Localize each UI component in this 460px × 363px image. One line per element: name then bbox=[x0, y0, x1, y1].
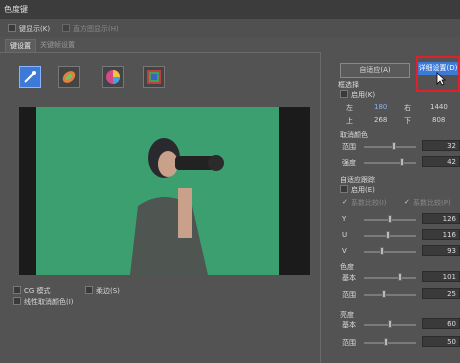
luma-range-slider[interactable] bbox=[364, 342, 416, 344]
u-slider[interactable] bbox=[364, 235, 416, 237]
eyedropper-icon bbox=[24, 71, 36, 83]
v-knob[interactable] bbox=[380, 247, 384, 255]
top-label: 上 bbox=[346, 117, 353, 125]
luma-base-knob[interactable] bbox=[388, 320, 392, 328]
tab-key-settings-label: 键设置 bbox=[10, 42, 31, 50]
bottom-label: 下 bbox=[404, 117, 411, 125]
luma-title: 亮度 bbox=[340, 311, 354, 319]
chroma-base-slider[interactable] bbox=[364, 277, 416, 279]
eyedropper-tool-button[interactable] bbox=[19, 66, 41, 88]
show-histogram-label: 直方图显示(H) bbox=[73, 25, 119, 33]
linear-cancel-color-label: 线性取消颜色(I) bbox=[24, 298, 74, 306]
frame-enable-label: 启用(K) bbox=[351, 91, 376, 99]
chroma-range-label: 范围 bbox=[342, 291, 356, 299]
u-value[interactable]: 116 bbox=[422, 229, 460, 240]
chroma-range-value[interactable]: 25 bbox=[422, 288, 460, 299]
adaptive-enable-checkbox[interactable] bbox=[340, 185, 348, 193]
y-label: Y bbox=[342, 215, 347, 223]
right-label: 右 bbox=[404, 104, 411, 112]
cg-mode-checkbox[interactable] bbox=[13, 286, 21, 294]
mouse-cursor-icon bbox=[436, 72, 446, 86]
opt2-check-icon[interactable]: ✓ bbox=[404, 198, 410, 206]
adaptive-opt1-label: 系数比较(I) bbox=[351, 199, 387, 207]
top-options-bar: 键显示(K) 直方图显示(H) bbox=[0, 19, 460, 37]
luma-range-label: 范围 bbox=[342, 339, 356, 347]
adaptive-title: 自适应跟踪 bbox=[340, 176, 375, 184]
key-strength-value[interactable]: 42 bbox=[422, 156, 460, 167]
color-wheel-pie-icon bbox=[106, 70, 120, 84]
chroma-base-label: 基本 bbox=[342, 274, 356, 282]
key-range-knob[interactable] bbox=[392, 142, 396, 150]
adaptive-enable-label: 启用(E) bbox=[351, 186, 375, 194]
show-key-label: 键显示(K) bbox=[19, 25, 51, 33]
tab-keyframe-settings-label: 关键帧设置 bbox=[40, 41, 75, 49]
luma-base-value[interactable]: 60 bbox=[422, 318, 460, 329]
color-leaf-tool-button[interactable] bbox=[58, 66, 80, 88]
chroma-title: 色度 bbox=[340, 263, 354, 271]
cg-mode-label: CG 模式 bbox=[24, 287, 51, 295]
luma-range-knob[interactable] bbox=[384, 338, 388, 346]
soft-edge-label: 柔边(S) bbox=[96, 287, 120, 295]
v-slider[interactable] bbox=[364, 251, 416, 253]
top-value[interactable]: 268 bbox=[374, 116, 387, 124]
adaptive-opt2-label: 系数比较(P) bbox=[413, 199, 451, 207]
luma-base-label: 基本 bbox=[342, 321, 356, 329]
v-value[interactable]: 93 bbox=[422, 245, 460, 256]
chroma-base-knob[interactable] bbox=[398, 273, 402, 281]
key-range-slider[interactable] bbox=[364, 146, 416, 148]
color-square-icon bbox=[147, 70, 161, 84]
key-color-title: 取消颜色 bbox=[340, 131, 368, 139]
show-key-checkbox[interactable] bbox=[8, 24, 16, 32]
y-value[interactable]: 126 bbox=[422, 213, 460, 224]
show-histogram-checkbox[interactable] bbox=[62, 24, 70, 32]
title-bar: 色度键 bbox=[0, 0, 460, 20]
auto-button-label: 自适应(A) bbox=[359, 66, 391, 74]
color-wheel-leaf-icon bbox=[62, 71, 76, 83]
color-square-tool-button[interactable] bbox=[143, 66, 165, 88]
panel-divider bbox=[320, 52, 321, 363]
color-pie-tool-button[interactable] bbox=[102, 66, 124, 88]
y-knob[interactable] bbox=[388, 215, 392, 223]
key-strength-label: 强度 bbox=[342, 159, 356, 167]
window-title: 色度键 bbox=[4, 5, 28, 14]
tab-divider bbox=[0, 52, 320, 53]
luma-range-value[interactable]: 50 bbox=[422, 336, 460, 347]
chroma-base-value[interactable]: 101 bbox=[422, 271, 460, 282]
bottom-value[interactable]: 808 bbox=[432, 116, 445, 124]
key-range-label: 范围 bbox=[342, 143, 356, 151]
chroma-range-slider[interactable] bbox=[364, 294, 416, 296]
tab-keyframe-settings[interactable]: 关键帧设置 bbox=[36, 39, 79, 52]
person-image bbox=[130, 138, 224, 275]
u-label: U bbox=[342, 231, 348, 239]
soft-edge-checkbox[interactable] bbox=[85, 286, 93, 294]
key-range-value[interactable]: 32 bbox=[422, 140, 460, 151]
frame-title: 框选择 bbox=[338, 81, 359, 89]
key-strength-knob[interactable] bbox=[400, 158, 404, 166]
tab-key-settings[interactable]: 键设置 bbox=[5, 39, 36, 53]
left-label: 左 bbox=[346, 104, 353, 112]
left-value[interactable]: 180 bbox=[374, 103, 387, 111]
right-value[interactable]: 1440 bbox=[430, 103, 448, 111]
chroma-range-knob[interactable] bbox=[382, 290, 386, 298]
auto-button[interactable]: 自适应(A) bbox=[340, 63, 410, 78]
u-knob[interactable] bbox=[386, 231, 390, 239]
v-label: V bbox=[342, 247, 347, 255]
linear-cancel-color-checkbox[interactable] bbox=[13, 297, 21, 305]
opt1-check-icon[interactable]: ✓ bbox=[342, 198, 348, 206]
key-strength-slider[interactable] bbox=[364, 162, 416, 164]
frame-enable-checkbox[interactable] bbox=[340, 90, 348, 98]
